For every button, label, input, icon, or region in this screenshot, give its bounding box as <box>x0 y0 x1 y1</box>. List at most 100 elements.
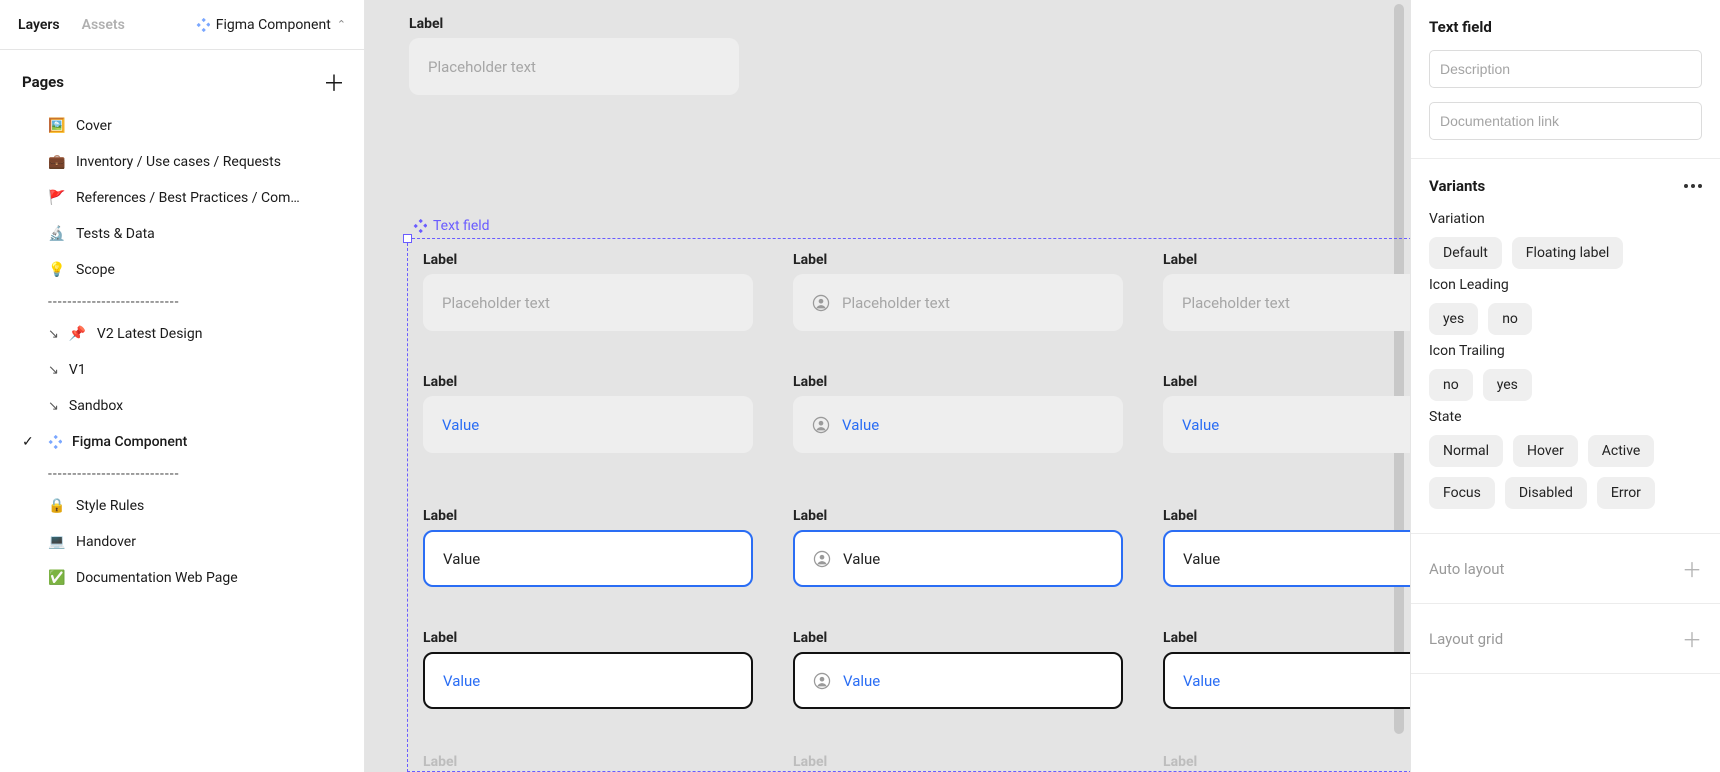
emoji-icon: 💡 <box>48 262 66 278</box>
text-field-variant[interactable]: Label Value <box>1163 508 1410 587</box>
field-label: Label <box>409 16 739 32</box>
variants-heading: Variants <box>1429 177 1485 195</box>
variants-section: Variants Variation Default Floating labe… <box>1411 159 1720 534</box>
variant-pill-disabled[interactable]: Disabled <box>1505 477 1587 509</box>
variant-pill-no[interactable]: no <box>1488 303 1532 335</box>
variant-pill-yes[interactable]: yes <box>1483 369 1532 401</box>
text-field-variant[interactable]: Label Value <box>423 374 753 453</box>
text-field-variant[interactable]: Label <box>1163 754 1410 772</box>
text-field-input[interactable]: Placeholder text <box>793 274 1123 331</box>
right-panel: Text field Variants Variation Default Fl… <box>1410 0 1720 772</box>
frame-name-tag[interactable]: Text field <box>413 218 490 234</box>
pages-header: Pages ＋ <box>0 50 364 104</box>
page-item-doc-web[interactable]: ✅Documentation Web Page <box>0 560 364 596</box>
auto-layout-section[interactable]: Auto layout ＋ <box>1411 534 1720 604</box>
variant-pill-default[interactable]: Default <box>1429 237 1502 269</box>
page-item-cover[interactable]: 🖼️Cover <box>0 108 364 144</box>
page-switcher[interactable]: Figma Component ⌃ <box>196 17 346 33</box>
tab-layers[interactable]: Layers <box>18 17 60 33</box>
text-field-input[interactable]: Value <box>1163 396 1410 453</box>
text-field-input[interactable]: Value <box>423 652 753 709</box>
variant-pill-hover[interactable]: Hover <box>1513 435 1578 467</box>
text-field-variant[interactable]: Label Value <box>423 630 753 709</box>
emoji-icon: 🚩 <box>48 190 66 206</box>
page-item-v1[interactable]: ↘V1 <box>0 352 364 388</box>
text-field-input[interactable]: Placeholder text <box>1163 274 1410 331</box>
page-item-figma-component[interactable]: ✓ Figma Component <box>0 424 364 460</box>
variant-pill-error[interactable]: Error <box>1597 477 1655 509</box>
field-label: Label <box>1163 374 1410 390</box>
emoji-icon: 🖼️ <box>48 118 66 134</box>
emoji-icon: 💼 <box>48 154 66 170</box>
arrow-down-right-icon: ↘ <box>48 327 59 342</box>
page-item-scope[interactable]: 💡Scope <box>0 252 364 288</box>
page-item-references[interactable]: 🚩References / Best Practices / Com… <box>0 180 364 216</box>
documentation-link-input[interactable] <box>1429 102 1702 140</box>
layout-grid-section[interactable]: Layout grid ＋ <box>1411 604 1720 674</box>
variant-pill-yes[interactable]: yes <box>1429 303 1478 335</box>
text-field-variant[interactable]: Label <box>793 754 1123 772</box>
variant-pill-focus[interactable]: Focus <box>1429 477 1495 509</box>
emoji-icon: ✅ <box>48 570 66 586</box>
page-item-inventory[interactable]: 💼Inventory / Use cases / Requests <box>0 144 364 180</box>
text-field-variant[interactable]: Label Value <box>793 374 1123 453</box>
text-field-variant[interactable]: Label Placeholder text <box>409 16 739 95</box>
user-icon <box>812 294 830 312</box>
emoji-icon: 📌 <box>69 326 87 342</box>
page-item-style-rules[interactable]: 🔒Style Rules <box>0 488 364 524</box>
selection-handle-tl[interactable] <box>403 234 412 243</box>
text-field-variant[interactable]: Label Placeholder text <box>423 252 753 331</box>
variant-pill-floating-label[interactable]: Floating label <box>1512 237 1624 269</box>
user-icon <box>812 416 830 434</box>
text-field-variant[interactable]: Label <box>423 754 753 772</box>
text-field-input[interactable]: Value <box>793 652 1123 709</box>
component-section: Text field <box>1411 0 1720 159</box>
description-input[interactable] <box>1429 50 1702 88</box>
page-divider: --------------------------- <box>0 460 364 488</box>
arrow-down-right-icon: ↘ <box>48 399 59 414</box>
text-field-input[interactable]: Value <box>423 530 753 587</box>
text-field-variant[interactable]: Label Value <box>793 630 1123 709</box>
variants-menu-button[interactable] <box>1684 184 1702 188</box>
field-label: Label <box>793 630 1123 646</box>
page-item-tests[interactable]: 🔬Tests & Data <box>0 216 364 252</box>
page-item-v2[interactable]: ↘📌V2 Latest Design <box>0 316 364 352</box>
canvas[interactable]: Label Placeholder text Text field Label … <box>365 0 1410 772</box>
text-field-variant[interactable]: Label Value <box>1163 374 1410 453</box>
text-field-variant[interactable]: Label Placeholder text <box>793 252 1123 331</box>
text-field-variant[interactable]: Label Value <box>1163 630 1410 709</box>
auto-layout-label: Auto layout <box>1429 560 1504 578</box>
field-label: Label <box>793 252 1123 268</box>
component-name: Text field <box>1429 18 1702 36</box>
text-field-input[interactable]: Value <box>793 396 1123 453</box>
text-field-input[interactable]: Value <box>1163 652 1410 709</box>
check-icon: ✓ <box>22 434 34 450</box>
user-icon <box>813 550 831 568</box>
field-label: Label <box>793 508 1123 524</box>
text-field-input[interactable]: Placeholder text <box>423 274 753 331</box>
variant-pill-normal[interactable]: Normal <box>1429 435 1503 467</box>
layout-grid-label: Layout grid <box>1429 630 1503 648</box>
prop-label-state: State <box>1429 409 1702 425</box>
text-field-input[interactable]: Value <box>793 530 1123 587</box>
plus-icon: ＋ <box>1682 554 1702 583</box>
emoji-icon: 🔬 <box>48 226 66 242</box>
page-item-handover[interactable]: 💻Handover <box>0 524 364 560</box>
field-label: Label <box>1163 508 1410 524</box>
text-field-input[interactable]: Placeholder text <box>409 38 739 95</box>
emoji-icon: 🔒 <box>48 498 66 514</box>
text-field-input[interactable]: Value <box>1163 530 1410 587</box>
tab-assets[interactable]: Assets <box>82 17 125 33</box>
text-field-input[interactable]: Value <box>423 396 753 453</box>
component-icon <box>48 435 62 449</box>
left-tabs: Layers Assets Figma Component ⌃ <box>0 0 364 50</box>
add-page-button[interactable]: ＋ <box>322 70 346 94</box>
text-field-variant[interactable]: Label Placeholder text <box>1163 252 1410 331</box>
left-panel: Layers Assets Figma Component ⌃ Pages ＋ … <box>0 0 365 772</box>
emoji-icon: 💻 <box>48 534 66 550</box>
text-field-variant[interactable]: Label Value <box>793 508 1123 587</box>
page-item-sandbox[interactable]: ↘Sandbox <box>0 388 364 424</box>
text-field-variant[interactable]: Label Value <box>423 508 753 587</box>
variant-pill-active[interactable]: Active <box>1588 435 1655 467</box>
variant-pill-no[interactable]: no <box>1429 369 1473 401</box>
